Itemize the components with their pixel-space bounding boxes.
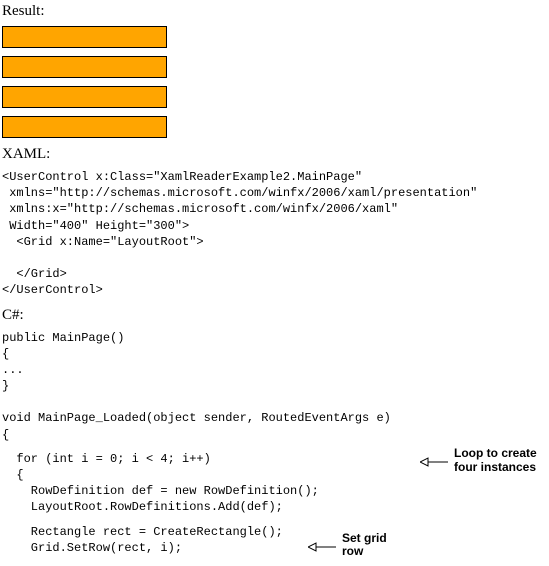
arrow-icon xyxy=(420,455,450,469)
xaml-code-block: <UserControl x:Class="XamlReaderExample2… xyxy=(2,169,549,299)
result-bar xyxy=(2,116,167,138)
csharp-heading: C#: xyxy=(2,307,549,324)
annotation-setrow-row: Rectangle rect = CreateRectangle(); Grid… xyxy=(2,524,549,556)
csharp-code-top: public MainPage() { ... } void MainPage_… xyxy=(2,330,549,443)
result-heading: Result: xyxy=(2,3,549,20)
annotation-setrow-label: Set grid row xyxy=(342,532,387,560)
result-bars-container xyxy=(2,26,549,138)
result-bar xyxy=(2,86,167,108)
csharp-code-rectblock: Rectangle rect = CreateRectangle(); Grid… xyxy=(2,524,549,556)
result-bar xyxy=(2,56,167,78)
annotation-loop-row: for (int i = 0; i < 4; i++) { RowDefinit… xyxy=(2,451,549,516)
xaml-heading: XAML: xyxy=(2,146,549,163)
result-bar xyxy=(2,26,167,48)
arrow-icon xyxy=(308,540,338,554)
annotation-loop-label: Loop to create four instances xyxy=(454,447,537,475)
